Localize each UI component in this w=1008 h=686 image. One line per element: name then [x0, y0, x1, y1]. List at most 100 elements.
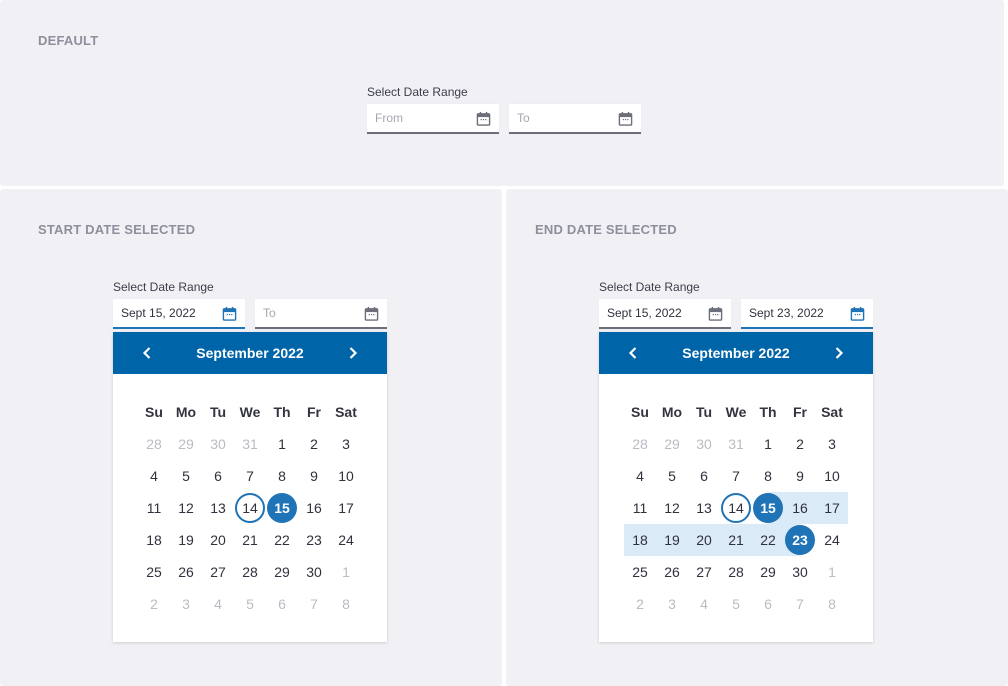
from-date-field[interactable]: Sept 15, 2022	[113, 299, 245, 329]
calendar-day[interactable]: 12	[656, 492, 688, 524]
chevron-right-icon[interactable]	[347, 346, 359, 360]
calendar-day-in-range[interactable]: 21	[720, 524, 752, 556]
calendar-day[interactable]: 4	[138, 460, 170, 492]
calendar-day-outside-month[interactable]: 1	[330, 556, 362, 588]
calendar-day-outside-month[interactable]: 31	[234, 428, 266, 460]
calendar-icon[interactable]	[618, 111, 633, 126]
calendar-day[interactable]: 22	[266, 524, 298, 556]
calendar-icon[interactable]	[708, 306, 723, 321]
calendar-day[interactable]: 25	[624, 556, 656, 588]
calendar-day[interactable]: 2	[784, 428, 816, 460]
calendar-day[interactable]: 1	[752, 428, 784, 460]
calendar-day-outside-month[interactable]: 3	[656, 588, 688, 620]
calendar-day[interactable]: 27	[688, 556, 720, 588]
calendar-day-in-range[interactable]: 18	[624, 524, 656, 556]
calendar-day-range-end[interactable]: 23	[784, 524, 816, 556]
calendar-day[interactable]: 13	[202, 492, 234, 524]
calendar-day[interactable]: 13	[688, 492, 720, 524]
calendar-day[interactable]: 3	[330, 428, 362, 460]
calendar-day[interactable]: 10	[816, 460, 848, 492]
calendar-day-outside-month[interactable]: 6	[752, 588, 784, 620]
calendar-day[interactable]: 28	[720, 556, 752, 588]
calendar-day-outside-month[interactable]: 7	[298, 588, 330, 620]
calendar-day-outside-month[interactable]: 8	[330, 588, 362, 620]
calendar-day-outside-month[interactable]: 8	[816, 588, 848, 620]
calendar-day[interactable]: 3	[816, 428, 848, 460]
calendar-day[interactable]: 11	[138, 492, 170, 524]
chevron-left-icon[interactable]	[627, 346, 639, 360]
calendar-day[interactable]: 8	[752, 460, 784, 492]
calendar-day[interactable]: 5	[656, 460, 688, 492]
calendar-day-outside-month[interactable]: 29	[656, 428, 688, 460]
calendar-day[interactable]: 28	[234, 556, 266, 588]
calendar-day-outside-month[interactable]: 31	[720, 428, 752, 460]
to-date-field[interactable]: To	[509, 104, 641, 134]
calendar-day[interactable]: 10	[330, 460, 362, 492]
calendar-day[interactable]: 20	[202, 524, 234, 556]
calendar-day-in-range[interactable]: 20	[688, 524, 720, 556]
calendar-day[interactable]: 26	[656, 556, 688, 588]
calendar-day-outside-month[interactable]: 5	[720, 588, 752, 620]
calendar-day[interactable]: 8	[266, 460, 298, 492]
calendar-day-outside-month[interactable]: 29	[170, 428, 202, 460]
calendar-icon[interactable]	[364, 306, 379, 321]
calendar-day-outside-month[interactable]: 4	[688, 588, 720, 620]
calendar-day-in-range[interactable]: 22	[752, 524, 784, 556]
calendar-day[interactable]: 29	[752, 556, 784, 588]
calendar-day[interactable]: 25	[138, 556, 170, 588]
calendar-day[interactable]: 6	[202, 460, 234, 492]
calendar-icon[interactable]	[850, 306, 865, 321]
calendar-day[interactable]: 30	[298, 556, 330, 588]
calendar-day-range-start[interactable]: 15	[266, 492, 298, 524]
calendar-day-range-start[interactable]: 15	[752, 492, 784, 524]
calendar-day[interactable]: 30	[784, 556, 816, 588]
calendar-day[interactable]: 19	[170, 524, 202, 556]
calendar-day[interactable]: 29	[266, 556, 298, 588]
calendar-day-outside-month[interactable]: 30	[688, 428, 720, 460]
calendar-day[interactable]: 24	[816, 524, 848, 556]
calendar-icon[interactable]	[476, 111, 491, 126]
calendar-day[interactable]: 2	[298, 428, 330, 460]
calendar-day-outside-month[interactable]: 2	[624, 588, 656, 620]
from-date-field[interactable]: Sept 15, 2022	[599, 299, 731, 329]
calendar-day[interactable]: 26	[170, 556, 202, 588]
calendar-day-outside-month[interactable]: 3	[170, 588, 202, 620]
calendar-day[interactable]: 23	[298, 524, 330, 556]
calendar-day[interactable]: 16	[298, 492, 330, 524]
calendar-day-in-range[interactable]: 16	[784, 492, 816, 524]
calendar-day-outside-month[interactable]: 28	[138, 428, 170, 460]
calendar-day-outside-month[interactable]: 2	[138, 588, 170, 620]
calendar-day[interactable]: 24	[330, 524, 362, 556]
chevron-right-icon[interactable]	[833, 346, 845, 360]
from-date-field[interactable]: From	[367, 104, 499, 134]
chevron-left-icon[interactable]	[141, 346, 153, 360]
calendar-day[interactable]: 17	[330, 492, 362, 524]
calendar-day[interactable]: 27	[202, 556, 234, 588]
calendar-day[interactable]: 5	[170, 460, 202, 492]
calendar-day[interactable]: 18	[138, 524, 170, 556]
calendar-day[interactable]: 7	[720, 460, 752, 492]
calendar-day[interactable]: 21	[234, 524, 266, 556]
calendar-day-in-range[interactable]: 19	[656, 524, 688, 556]
calendar-day[interactable]: 4	[624, 460, 656, 492]
calendar-day[interactable]: 11	[624, 492, 656, 524]
calendar-day[interactable]: 6	[688, 460, 720, 492]
calendar-day-outside-month[interactable]: 28	[624, 428, 656, 460]
calendar-icon[interactable]	[222, 306, 237, 321]
calendar-day[interactable]: 12	[170, 492, 202, 524]
calendar-day-outside-month[interactable]: 30	[202, 428, 234, 460]
calendar-day-outside-month[interactable]: 4	[202, 588, 234, 620]
to-date-field[interactable]: Sept 23, 2022	[741, 299, 873, 329]
calendar-day-outside-month[interactable]: 5	[234, 588, 266, 620]
calendar-day[interactable]: 1	[266, 428, 298, 460]
calendar-day-in-range[interactable]: 17	[816, 492, 848, 524]
calendar-day-outside-month[interactable]: 1	[816, 556, 848, 588]
calendar-day-outside-month[interactable]: 7	[784, 588, 816, 620]
calendar-day[interactable]: 7	[234, 460, 266, 492]
calendar-day-today[interactable]: 14	[720, 492, 752, 524]
calendar-day[interactable]: 9	[298, 460, 330, 492]
calendar-day-outside-month[interactable]: 6	[266, 588, 298, 620]
calendar-day[interactable]: 9	[784, 460, 816, 492]
to-date-field[interactable]: To	[255, 299, 387, 329]
calendar-day-today[interactable]: 14	[234, 492, 266, 524]
